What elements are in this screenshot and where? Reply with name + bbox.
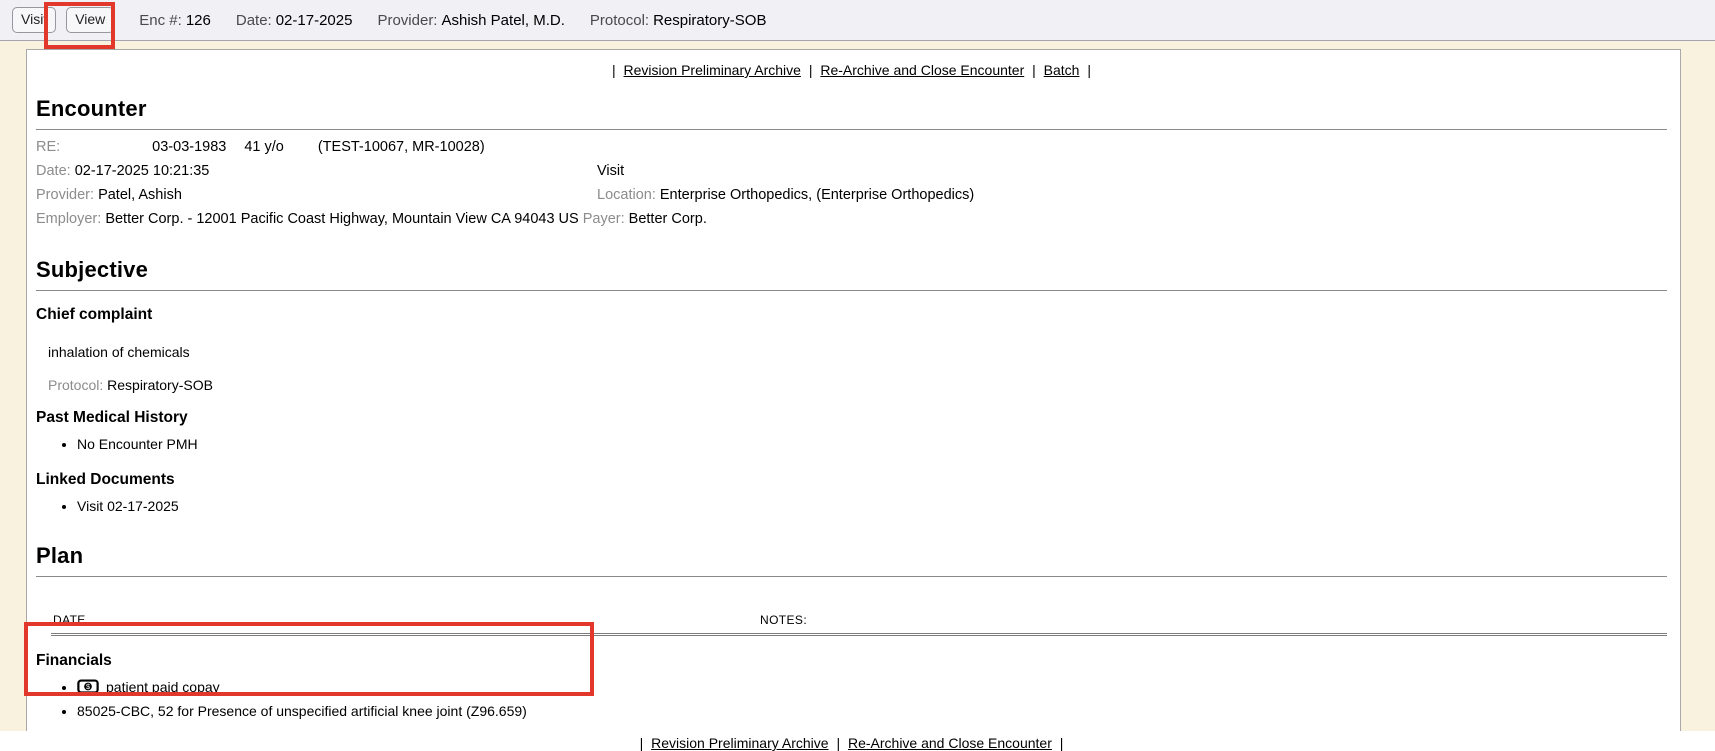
financials-cbc-item: 85025-CBC, 52 for Presence of unspecifie… (77, 700, 1667, 722)
encounter-number-field: Enc #:126 (139, 12, 211, 29)
encounter-details: RE: 03-03-1983 41 y/o (TEST-10067, MR-10028… (36, 135, 1667, 231)
view-tab-button[interactable]: View (66, 7, 114, 33)
banknote-icon: $ (77, 678, 99, 700)
separator: | (1087, 62, 1091, 78)
provider-field: Provider:Ashish Patel, M.D. (377, 12, 564, 29)
provider-label: Provider: (377, 12, 437, 29)
employer-value: Better Corp. - 12001 Pacific Coast Highw… (105, 211, 578, 227)
employer-row: Employer: Better Corp. - 12001 Pacific C… (36, 207, 1667, 231)
financials-heading: Financials (36, 652, 1667, 670)
date-row: Date: 02-17-2025 10:21:35 Visit (36, 159, 1667, 183)
encounter-document-panel: | Revision Preliminary Archive | Re-Arch… (26, 49, 1681, 731)
visit-tab-button[interactable]: Visit (12, 7, 56, 33)
patient-dob: 03-03-1983 (152, 139, 226, 155)
encounter-toolbar: Visit View Enc #:126 Date:02-17-2025 Pro… (0, 0, 1715, 41)
date-value: 02-17-2025 10:21:35 (75, 163, 210, 179)
provider-row-label: Provider: (36, 187, 94, 203)
re-archive-close-encounter-link[interactable]: Re-Archive and Close Encounter (820, 62, 1024, 78)
separator: | (612, 62, 616, 78)
subjective-protocol-value: Respiratory-SOB (107, 377, 213, 393)
encounter-date-field: Date:02-17-2025 (236, 12, 353, 29)
plan-section-rule (36, 576, 1667, 577)
linked-documents-heading: Linked Documents (36, 471, 1667, 489)
plan-section-heading: Plan (36, 543, 1667, 569)
chief-complaint-text: inhalation of chemicals (48, 344, 1667, 360)
subjective-protocol-label: Protocol: (48, 377, 103, 393)
separator: | (809, 62, 813, 78)
plan-table-header: DATE NOTES: (36, 613, 1667, 627)
separator: | (1060, 735, 1064, 751)
re-row: RE: 03-03-1983 41 y/o (TEST-10067, MR-10028… (36, 135, 1667, 159)
financials-copay-item: $ patient paid copay (77, 676, 1667, 700)
top-action-links: | Revision Preliminary Archive | Re-Arch… (36, 62, 1667, 78)
encounter-number-value: 126 (186, 12, 211, 29)
re-label: RE: (36, 139, 60, 155)
provider-value: Ashish Patel, M.D. (441, 12, 564, 29)
encounter-date-label: Date: (236, 12, 272, 29)
date-label: Date: (36, 163, 71, 179)
protocol-field: Protocol:Respiratory-SOB (590, 12, 767, 29)
plan-date-column-header: DATE (53, 613, 86, 627)
encounter-number-label: Enc #: (139, 12, 182, 29)
re-archive-close-encounter-link-bottom[interactable]: Re-Archive and Close Encounter (848, 735, 1052, 751)
location-field: Location: Enterprise Orthopedics, (Enter… (597, 183, 974, 207)
chief-complaint-heading: Chief complaint (36, 306, 1667, 324)
provider-row-value: Patel, Ashish (98, 187, 182, 203)
encounter-section-rule (36, 129, 1667, 130)
subjective-section-rule (36, 290, 1667, 291)
subjective-protocol-line: Protocol: Respiratory-SOB (48, 377, 1667, 393)
linked-documents-list: Visit 02-17-2025 (36, 495, 1667, 517)
financials-list: $ patient paid copay 85025-CBC, 52 for P… (36, 676, 1667, 722)
employer-label: Employer: (36, 211, 101, 227)
plan-table-rule (51, 633, 1667, 636)
protocol-value: Respiratory-SOB (653, 12, 766, 29)
financials-section: Financials $ patient paid copay 85025-CB… (36, 652, 1667, 722)
patient-age: 41 y/o (244, 139, 284, 155)
financials-copay-text: patient paid copay (106, 679, 220, 695)
list-item: Visit 02-17-2025 (77, 495, 1667, 517)
plan-notes-column-header: NOTES: (760, 613, 807, 627)
protocol-label: Protocol: (590, 12, 649, 29)
past-medical-history-heading: Past Medical History (36, 409, 1667, 427)
svg-text:$: $ (86, 682, 90, 691)
location-label: Location: (597, 187, 656, 203)
encounter-date-value: 02-17-2025 (276, 12, 353, 29)
encounter-section-heading: Encounter (36, 96, 1667, 122)
past-medical-history-list: No Encounter PMH (36, 433, 1667, 455)
subjective-section-heading: Subjective (36, 257, 1667, 283)
batch-link[interactable]: Batch (1044, 62, 1080, 78)
revision-preliminary-archive-link[interactable]: Revision Preliminary Archive (624, 62, 801, 78)
page-background: | Revision Preliminary Archive | Re-Arch… (0, 41, 1715, 731)
patient-ids: (TEST-10067, MR-10028) (318, 139, 485, 155)
payer-label: Payer: (583, 211, 625, 227)
bottom-action-links: | Revision Preliminary Archive | Re-Arch… (36, 735, 1667, 751)
location-value: Enterprise Orthopedics, (Enterprise Orth… (660, 187, 974, 203)
list-item: No Encounter PMH (77, 433, 1667, 455)
revision-preliminary-archive-link-bottom[interactable]: Revision Preliminary Archive (651, 735, 828, 751)
provider-row: Provider: Patel, Ashish Location: Enterp… (36, 183, 1667, 207)
separator: | (1032, 62, 1036, 78)
separator: | (640, 735, 644, 751)
separator: | (836, 735, 840, 751)
visit-type-value: Visit (597, 159, 624, 183)
payer-value: Better Corp. (629, 211, 707, 227)
